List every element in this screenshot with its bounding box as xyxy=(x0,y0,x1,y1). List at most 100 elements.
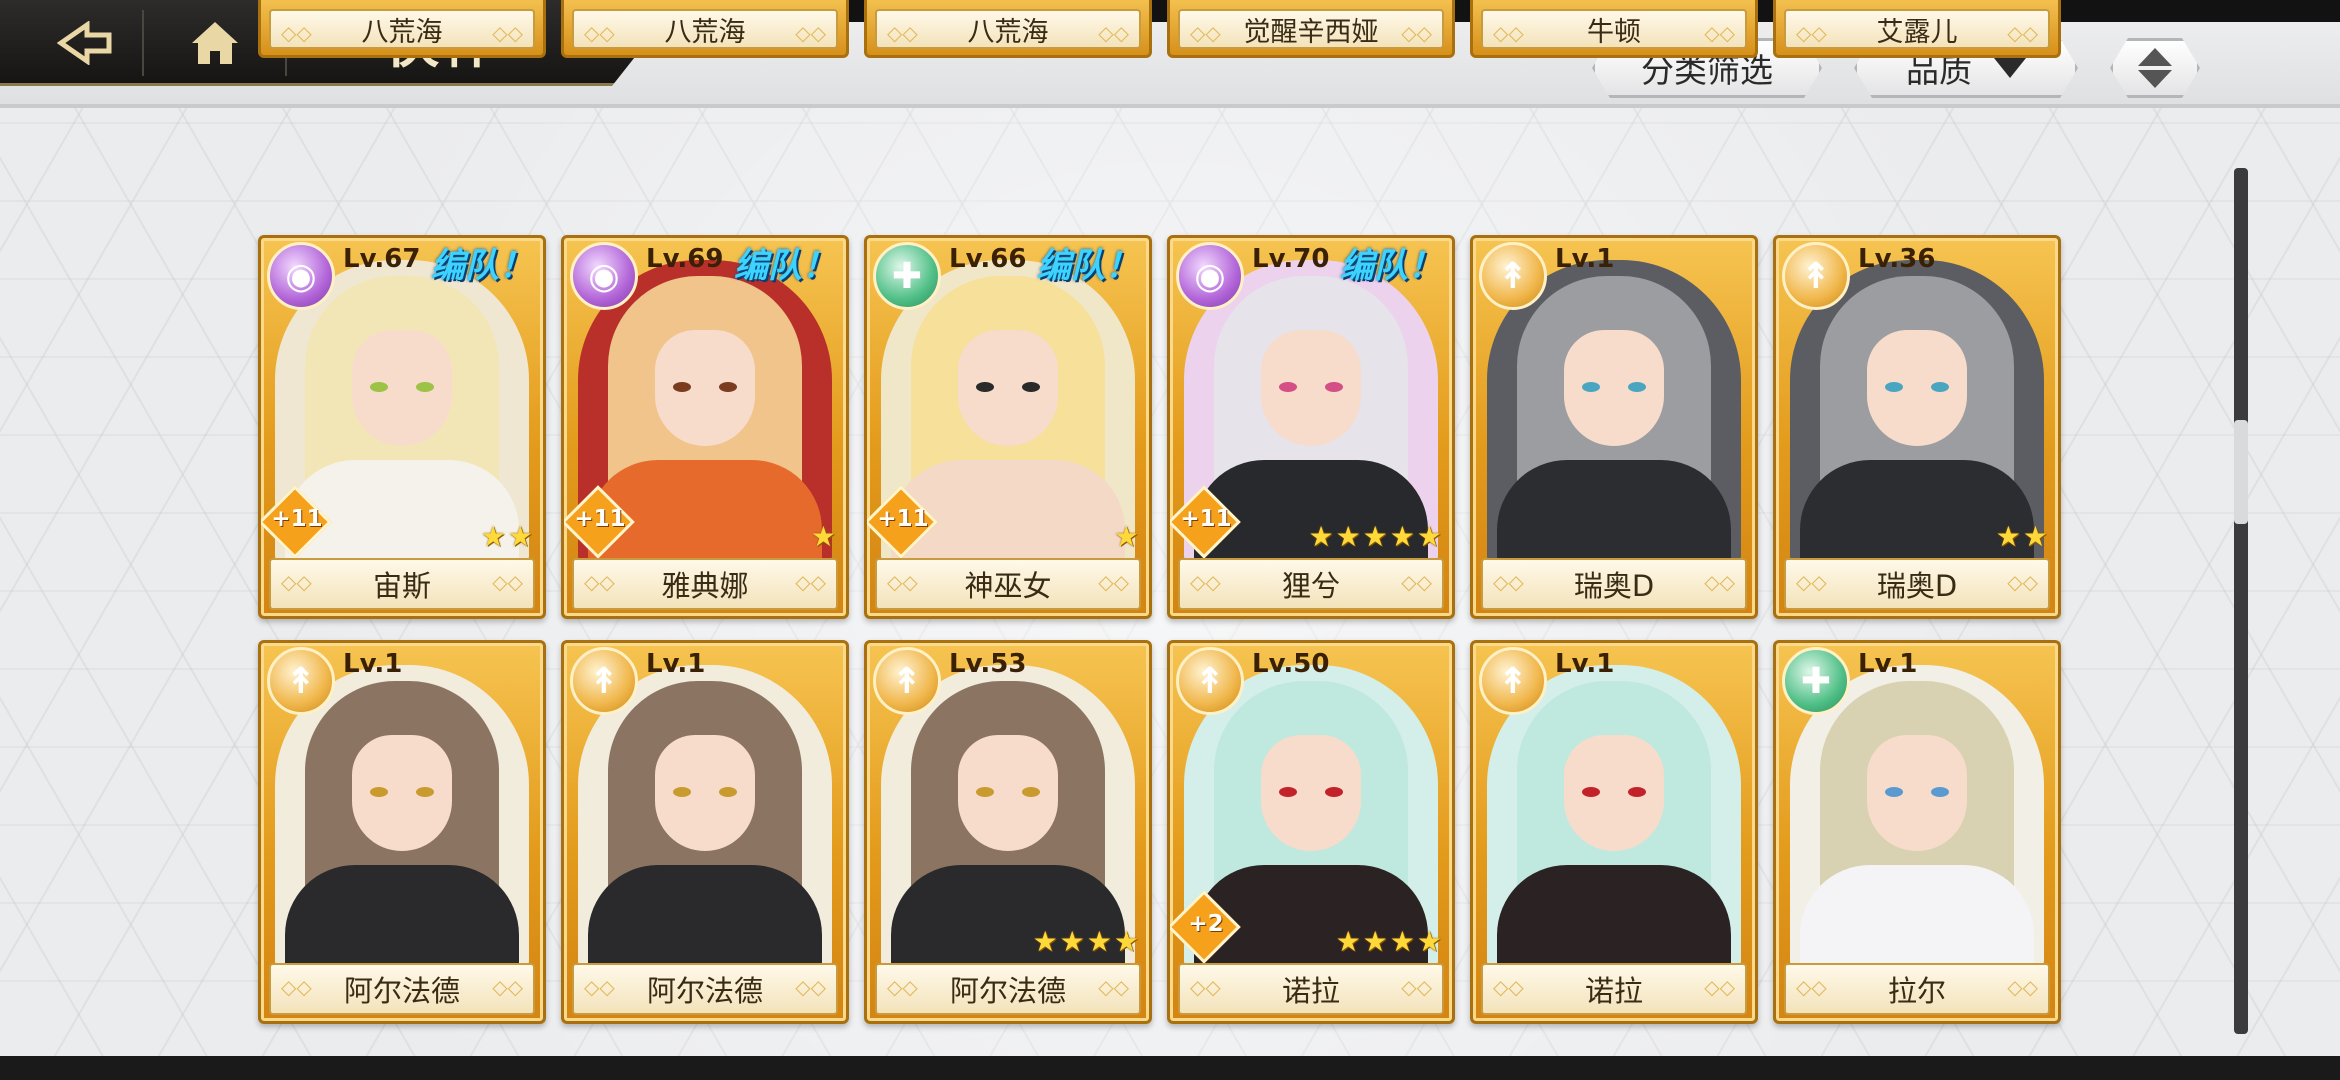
partner-name: 雅典娜 xyxy=(572,558,838,610)
partner-card[interactable]: ↟ Lv.1 诺拉 xyxy=(1470,640,1758,1024)
partner-level: Lv.66 xyxy=(949,244,1027,274)
partner-name: 八荒海 xyxy=(269,9,535,49)
partner-level: Lv.53 xyxy=(949,649,1027,679)
partner-name: 艾露儿 xyxy=(1784,9,2050,49)
star-icon: ★ xyxy=(1032,925,1058,958)
star-icon: ★ xyxy=(1389,925,1415,958)
partner-name: 阿尔法德 xyxy=(269,963,535,1015)
partner-name: 拉尔 xyxy=(1784,963,2050,1015)
bottom-bar xyxy=(0,1056,2340,1080)
partner-card[interactable]: ✚ Lv.1 拉尔 xyxy=(1773,640,2061,1024)
star-icon: ★ xyxy=(1086,925,1112,958)
partner-level: Lv.1 xyxy=(1555,649,1615,679)
in-team-badge: 编队！ xyxy=(431,246,533,286)
partner-name: 瑞奥D xyxy=(1784,558,2050,610)
partner-level: Lv.1 xyxy=(646,649,706,679)
partner-card-partial[interactable]: 八荒海 xyxy=(258,0,546,58)
dark-element-icon: ◉ xyxy=(570,242,638,310)
light-element-icon: ↟ xyxy=(1176,647,1244,715)
partner-card-partial[interactable]: 牛顿 xyxy=(1470,0,1758,58)
partner-card[interactable]: ◉ Lv.67 编队！ +11 ★★ 宙斯 xyxy=(258,235,546,619)
partner-card[interactable]: ↟ Lv.1 阿尔法德 xyxy=(561,640,849,1024)
star-icon: ★ xyxy=(1416,925,1442,958)
star-icon: ★ xyxy=(1362,520,1388,553)
partner-level: Lv.1 xyxy=(343,649,403,679)
enhance-level: +11 xyxy=(877,506,929,532)
partner-name: 神巫女 xyxy=(875,558,1141,610)
partner-card[interactable]: ↟ Lv.1 阿尔法德 xyxy=(258,640,546,1024)
light-element-icon: ↟ xyxy=(1782,242,1850,310)
nature-element-icon: ✚ xyxy=(1782,647,1850,715)
enhance-level: +11 xyxy=(574,506,626,532)
chevron-down-icon xyxy=(1994,58,2026,78)
scrollbar[interactable] xyxy=(2234,168,2248,1034)
star-rating: ★ ★ ★ ★ xyxy=(1033,928,1139,956)
partner-card[interactable]: ✚ Lv.66 编队！ +11 ★ 神巫女 xyxy=(864,235,1152,619)
star-icon: ★ xyxy=(1362,925,1388,958)
partner-name: 宙斯 xyxy=(269,558,535,610)
partner-name: 阿尔法德 xyxy=(875,963,1141,1015)
partner-card[interactable]: ◉ Lv.69 编队！ +11 ★ 雅典娜 xyxy=(561,235,849,619)
partner-card[interactable]: ↟Lv.50+2★★★★诺拉 xyxy=(1167,640,1455,1024)
back-button[interactable] xyxy=(30,12,140,74)
partner-name: 觉醒辛西娅 xyxy=(1178,9,1444,49)
light-element-icon: ↟ xyxy=(1479,647,1547,715)
home-button[interactable] xyxy=(160,12,270,74)
partner-level: Lv.1 xyxy=(1858,649,1918,679)
star-icon: ★ xyxy=(1113,520,1139,553)
light-element-icon: ↟ xyxy=(267,647,335,715)
partner-level: Lv.1 xyxy=(1555,244,1615,274)
star-rating: ★ xyxy=(1114,523,1139,551)
star-rating: ★ xyxy=(811,523,836,551)
star-icon: ★ xyxy=(1389,520,1415,553)
partner-card[interactable]: ◉ Lv.70 编队！ +11 ★★★★★ 狸兮 xyxy=(1167,235,1455,619)
star-rating: ★ ★ ★ ★ xyxy=(1336,928,1442,956)
in-team-badge: 编队！ xyxy=(734,246,836,286)
star-icon: ★ xyxy=(1995,520,2021,553)
partner-name: 牛顿 xyxy=(1481,9,1747,49)
partner-card-partial[interactable]: 艾露儿 xyxy=(1773,0,2061,58)
partner-name: 狸兮 xyxy=(1178,558,1444,610)
light-element-icon: ↟ xyxy=(873,647,941,715)
enhance-level: +11 xyxy=(1180,506,1232,532)
partner-card-partial[interactable]: 八荒海 xyxy=(864,0,1152,58)
partner-level: Lv.67 xyxy=(343,244,421,274)
star-icon: ★ xyxy=(1059,925,1085,958)
partner-level: Lv.36 xyxy=(1858,244,1936,274)
partner-name: 诺拉 xyxy=(1178,963,1444,1015)
back-arrow-icon xyxy=(57,21,112,65)
enhance-level: +2 xyxy=(1188,911,1224,937)
dark-element-icon: ◉ xyxy=(1176,242,1244,310)
star-icon: ★ xyxy=(1308,520,1334,553)
star-icon: ★ xyxy=(480,520,506,553)
star-icon: ★ xyxy=(507,520,533,553)
partner-level: Lv.69 xyxy=(646,244,724,274)
star-icon: ★ xyxy=(1113,925,1139,958)
partner-card[interactable]: ↟ Lv.1 瑞奥D xyxy=(1470,235,1758,619)
star-rating: ★ ★ ★ ★ ★ xyxy=(1308,523,1442,551)
star-icon: ★ xyxy=(1335,520,1361,553)
scrollbar-thumb[interactable] xyxy=(2234,420,2248,524)
home-icon xyxy=(192,22,238,64)
partner-name: 诺拉 xyxy=(1481,963,1747,1015)
light-element-icon: ↟ xyxy=(570,647,638,715)
partner-card-partial[interactable]: 觉醒辛西娅 xyxy=(1167,0,1455,58)
partner-level: Lv.70 xyxy=(1252,244,1330,274)
partner-name: 八荒海 xyxy=(875,9,1141,49)
partner-card[interactable]: ↟ Lv.36 ★★ 瑞奥D xyxy=(1773,235,2061,619)
sort-order-toggle[interactable] xyxy=(2110,38,2200,98)
star-icon: ★ xyxy=(810,520,836,553)
partner-name: 八荒海 xyxy=(572,9,838,49)
light-element-icon: ↟ xyxy=(1479,242,1547,310)
partner-level: Lv.50 xyxy=(1252,649,1330,679)
partner-card-partial[interactable]: 八荒海 xyxy=(561,0,849,58)
nature-element-icon: ✚ xyxy=(873,242,941,310)
in-team-badge: 编队！ xyxy=(1340,246,1442,286)
star-icon: ★ xyxy=(1335,925,1361,958)
partner-card[interactable]: ↟Lv.53★★★★阿尔法德 xyxy=(864,640,1152,1024)
dark-element-icon: ◉ xyxy=(267,242,335,310)
in-team-badge: 编队！ xyxy=(1037,246,1139,286)
partner-name: 瑞奥D xyxy=(1481,558,1747,610)
enhance-level: +11 xyxy=(271,506,323,532)
star-rating: ★ ★ xyxy=(481,523,533,551)
